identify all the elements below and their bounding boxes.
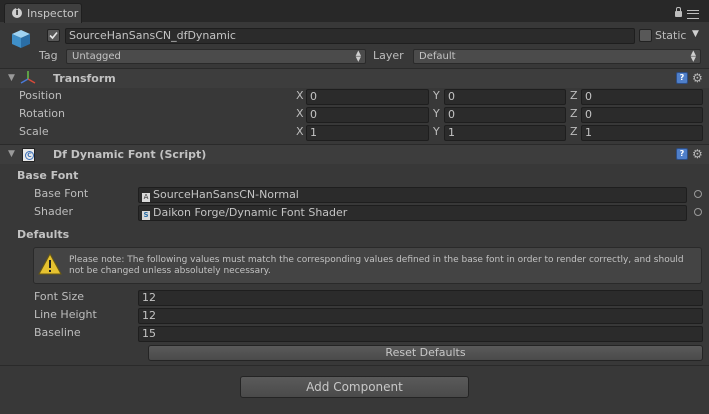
line-height-input[interactable]: 12 xyxy=(138,308,703,324)
position-label: Position xyxy=(19,89,62,102)
font-size-input[interactable]: 12 xyxy=(138,290,703,306)
scale-z-input[interactable]: 1 xyxy=(581,125,703,141)
updown-arrow-icon: ▲ ▼ xyxy=(690,49,696,63)
tag-value: Untagged xyxy=(72,51,121,62)
position-z-input[interactable]: 0 xyxy=(581,89,703,105)
x-axis-label[interactable]: X xyxy=(296,107,304,120)
rotation-label: Rotation xyxy=(19,107,66,120)
font-asset-icon: A xyxy=(142,193,150,202)
reset-defaults-button[interactable]: Reset Defaults xyxy=(148,345,703,361)
y-axis-label[interactable]: Y xyxy=(433,125,440,138)
gear-icon[interactable]: ⚙ xyxy=(692,72,703,84)
menu-icon[interactable] xyxy=(687,10,699,19)
help-icon[interactable]: ? xyxy=(676,72,688,84)
gear-icon[interactable]: ⚙ xyxy=(692,148,703,160)
transform-title: Transform xyxy=(53,72,116,85)
scale-y-input[interactable]: 1 xyxy=(444,125,566,141)
static-checkbox[interactable] xyxy=(639,29,652,42)
base-font-section-title: Base Font xyxy=(17,169,79,182)
base-font-field[interactable]: A SourceHanSansCN-Normal xyxy=(138,187,687,203)
static-dropdown-arrow-icon[interactable]: ▼ xyxy=(692,29,699,39)
z-axis-label[interactable]: Z xyxy=(570,125,578,138)
help-icon[interactable]: ? xyxy=(676,148,688,160)
shader-field[interactable]: S Daikon Forge/Dynamic Font Shader xyxy=(138,205,687,221)
position-y-input[interactable]: 0 xyxy=(444,89,566,105)
object-name-input[interactable]: SourceHanSansCN_dfDynamic xyxy=(65,28,635,44)
rotation-x-input[interactable]: 0 xyxy=(306,107,429,123)
y-axis-label[interactable]: Y xyxy=(433,89,440,102)
object-picker-icon[interactable] xyxy=(694,190,702,198)
gameobject-cube-icon xyxy=(10,28,32,50)
warning-text: Please note: The following values must m… xyxy=(69,255,684,276)
transform-axes-icon xyxy=(20,70,36,86)
object-picker-icon[interactable] xyxy=(694,208,702,216)
x-axis-label[interactable]: X xyxy=(296,125,304,138)
rotation-y-input[interactable]: 0 xyxy=(444,107,566,123)
z-axis-label[interactable]: Z xyxy=(570,89,578,102)
layer-dropdown[interactable]: Default ▲ ▼ xyxy=(413,49,701,64)
foldout-arrow-icon[interactable]: ▼ xyxy=(8,149,15,159)
line-height-label: Line Height xyxy=(34,308,97,321)
script-enabled-checkbox[interactable]: C xyxy=(22,148,35,162)
baseline-label: Baseline xyxy=(34,326,81,339)
scale-x-input[interactable]: 1 xyxy=(306,125,429,141)
rotation-z-input[interactable]: 0 xyxy=(581,107,703,123)
foldout-arrow-icon[interactable]: ▼ xyxy=(8,73,15,83)
shader-value: Daikon Forge/Dynamic Font Shader xyxy=(153,206,348,219)
position-x-input[interactable]: 0 xyxy=(306,89,429,105)
active-checkbox[interactable] xyxy=(47,29,60,42)
csharp-script-icon: C xyxy=(25,151,34,160)
tab-title: Inspector xyxy=(27,7,79,20)
updown-arrow-icon: ▲ ▼ xyxy=(355,49,361,63)
layer-value: Default xyxy=(419,51,456,62)
y-axis-label[interactable]: Y xyxy=(433,107,440,120)
script-title: Df Dynamic Font (Script) xyxy=(53,148,207,161)
divider xyxy=(0,365,709,366)
shader-asset-icon: S xyxy=(142,211,150,220)
lock-icon[interactable] xyxy=(675,7,682,17)
base-font-label: Base Font xyxy=(34,187,89,200)
warning-icon xyxy=(38,252,62,276)
tag-dropdown[interactable]: Untagged ▲ ▼ xyxy=(66,49,366,64)
base-font-value: SourceHanSansCN-Normal xyxy=(153,188,299,201)
defaults-section-title: Defaults xyxy=(17,228,70,241)
baseline-input[interactable]: 15 xyxy=(138,326,703,342)
info-icon: i xyxy=(12,8,22,18)
tab-bar xyxy=(0,0,709,22)
x-axis-label[interactable]: X xyxy=(296,89,304,102)
font-size-label: Font Size xyxy=(34,290,85,303)
shader-label: Shader xyxy=(34,205,73,218)
add-component-button[interactable]: Add Component xyxy=(240,376,469,398)
tab-inspector[interactable]: i Inspector xyxy=(4,3,82,23)
tag-label: Tag xyxy=(39,49,58,62)
scale-label: Scale xyxy=(19,125,49,138)
layer-label: Layer xyxy=(373,49,404,62)
z-axis-label[interactable]: Z xyxy=(570,107,578,120)
static-label: Static xyxy=(655,29,687,42)
